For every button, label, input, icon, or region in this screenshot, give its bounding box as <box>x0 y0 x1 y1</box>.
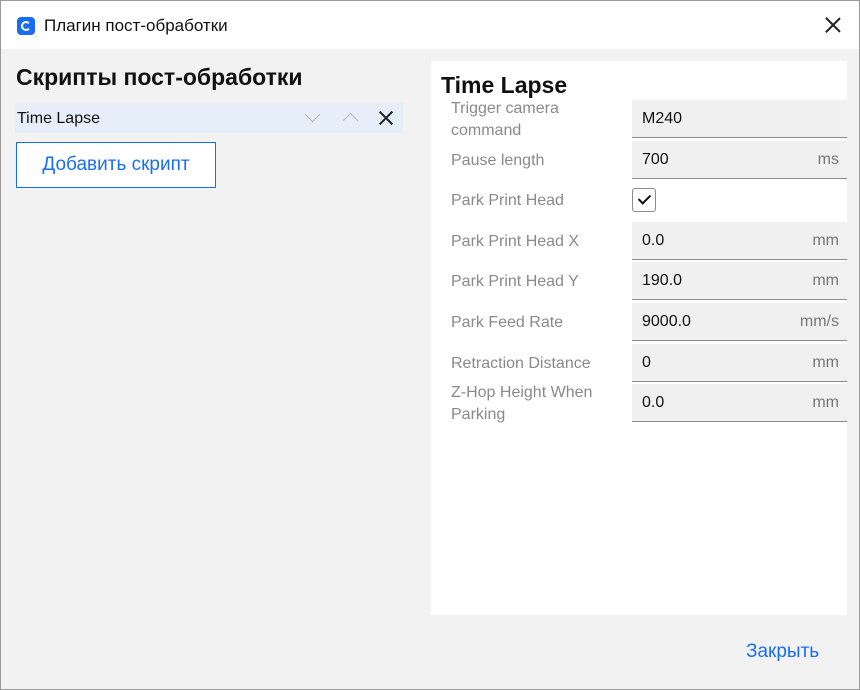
field-value: 700 <box>642 151 669 168</box>
park-print-head-checkbox[interactable] <box>632 188 656 212</box>
park-x-field[interactable]: 0.0 mm <box>632 222 847 260</box>
window-title: Плагин пост-обработки <box>44 16 228 35</box>
setting-label: Retraction Distance <box>451 355 591 372</box>
add-script-button[interactable]: Добавить скрипт <box>16 142 216 188</box>
field-unit: mm/s <box>799 313 839 330</box>
title-bar: Плагин пост-обработки <box>1 1 859 49</box>
field-value: 0 <box>642 354 651 371</box>
field-value: 0.0 <box>642 232 665 249</box>
close-button[interactable]: Закрыть <box>746 641 819 663</box>
move-down-icon[interactable] <box>304 106 321 123</box>
setting-row-pause-length: Pause length 700 ms <box>431 141 847 181</box>
field-unit: mm <box>812 354 839 371</box>
setting-label: Pause length <box>451 152 545 169</box>
setting-row-z-hop-height: Z-Hop Height When Parking 0.0 mm <box>431 384 847 424</box>
scripts-heading: Скрипты пост-обработки <box>16 64 303 90</box>
script-name: Time Lapse <box>17 110 100 127</box>
park-y-field[interactable]: 190.0 mm <box>632 262 847 300</box>
setting-row-park-y: Park Print Head Y 190.0 mm <box>431 262 847 302</box>
setting-label: Trigger camera command <box>451 100 559 139</box>
field-unit: mm <box>812 272 839 289</box>
field-value: M240 <box>642 110 683 127</box>
move-up-icon[interactable] <box>342 112 359 129</box>
setting-label: Park Print Head Y <box>451 273 579 290</box>
pause-length-field[interactable]: 700 ms <box>632 141 847 179</box>
plugin-dialog: Плагин пост-обработки Скрипты пост-обраб… <box>0 0 860 690</box>
setting-row-park-x: Park Print Head X 0.0 mm <box>431 222 847 262</box>
settings-title: Time Lapse <box>441 72 568 98</box>
setting-row-park-print-head: Park Print Head <box>431 182 847 222</box>
setting-label: Park Print Head <box>451 192 564 209</box>
setting-label: Park Feed Rate <box>451 314 564 331</box>
trigger-command-field[interactable]: M240 <box>632 100 847 138</box>
setting-row-park-feed-rate: Park Feed Rate 9000.0 mm/s <box>431 303 847 343</box>
field-value: 9000.0 <box>642 313 691 330</box>
setting-label: Park Print Head X <box>451 233 580 250</box>
field-value: 190.0 <box>642 272 683 289</box>
field-value: 0.0 <box>642 394 665 411</box>
field-unit: mm <box>812 394 839 411</box>
window-close-icon[interactable] <box>821 13 845 37</box>
settings-panel: Time Lapse Trigger camera command M240 P… <box>431 61 847 615</box>
park-feed-rate-field[interactable]: 9000.0 mm/s <box>632 303 847 341</box>
remove-script-icon[interactable] <box>377 109 395 127</box>
cura-logo-icon <box>17 17 35 35</box>
retraction-distance-field[interactable]: 0 mm <box>632 344 847 382</box>
setting-row-retraction-distance: Retraction Distance 0 mm <box>431 344 847 384</box>
field-unit: ms <box>817 151 839 168</box>
z-hop-height-field[interactable]: 0.0 mm <box>632 384 847 422</box>
setting-label: Z-Hop Height When Parking <box>451 384 593 423</box>
field-unit: mm <box>812 232 839 249</box>
script-list-item[interactable]: Time Lapse <box>15 103 403 133</box>
setting-row-trigger-command: Trigger camera command M240 <box>431 100 847 140</box>
